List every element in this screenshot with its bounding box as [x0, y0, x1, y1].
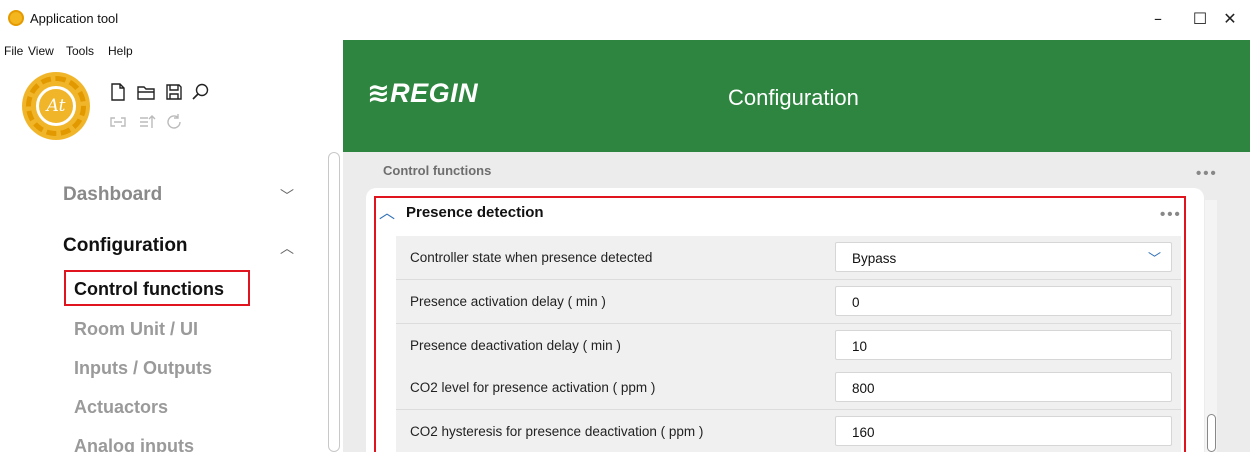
sidebar-item-actuactors[interactable]: Actuactors	[74, 397, 168, 418]
title-bar: Application tool – ☐ ✕	[0, 0, 1250, 38]
section-label: Control functions	[383, 163, 492, 178]
open-folder-icon[interactable]	[136, 82, 156, 102]
refresh-icon	[164, 112, 184, 132]
sidebar-item-analog-inputs[interactable]: Analog inputs	[74, 436, 194, 452]
search-icon[interactable]	[191, 82, 211, 102]
close-button[interactable]: ✕	[1210, 6, 1250, 32]
menu-bar: File View Tools Help	[0, 38, 342, 60]
minimize-button[interactable]: –	[1138, 6, 1178, 32]
chevron-down-icon[interactable]: ﹀	[280, 186, 294, 206]
sidebar-item-inputs-outputs[interactable]: Inputs / Outputs	[74, 358, 212, 379]
app-icon	[8, 10, 24, 26]
menu-tools[interactable]: Tools	[66, 44, 94, 58]
connect-icon	[108, 112, 128, 132]
app-logo: At	[22, 72, 90, 140]
save-icon[interactable]	[164, 82, 184, 102]
menu-help[interactable]: Help	[108, 44, 133, 58]
sidebar-item-control-functions[interactable]: Control functions	[74, 279, 224, 300]
sidebar-scrollbar[interactable]	[328, 152, 340, 452]
window-title: Application tool	[30, 11, 119, 26]
more-options-icon[interactable]: •••	[1196, 165, 1218, 182]
regin-logo: ≋REGIN	[367, 78, 479, 108]
page-title: Configuration	[728, 85, 859, 110]
upload-icon	[136, 112, 156, 132]
highlight-box	[374, 196, 1186, 452]
menu-file[interactable]: File	[4, 44, 23, 58]
nav-dashboard[interactable]: Dashboard	[63, 184, 162, 206]
scrollbar-thumb[interactable]	[1207, 414, 1216, 452]
chevron-up-icon[interactable]: ︿	[280, 238, 294, 258]
sidebar-item-room-unit[interactable]: Room Unit / UI	[74, 319, 198, 340]
nav-configuration[interactable]: Configuration	[63, 235, 188, 257]
app-header: ≋REGIN Configuration	[343, 40, 1250, 152]
new-file-icon[interactable]	[108, 82, 128, 102]
menu-view[interactable]: View	[28, 44, 54, 58]
